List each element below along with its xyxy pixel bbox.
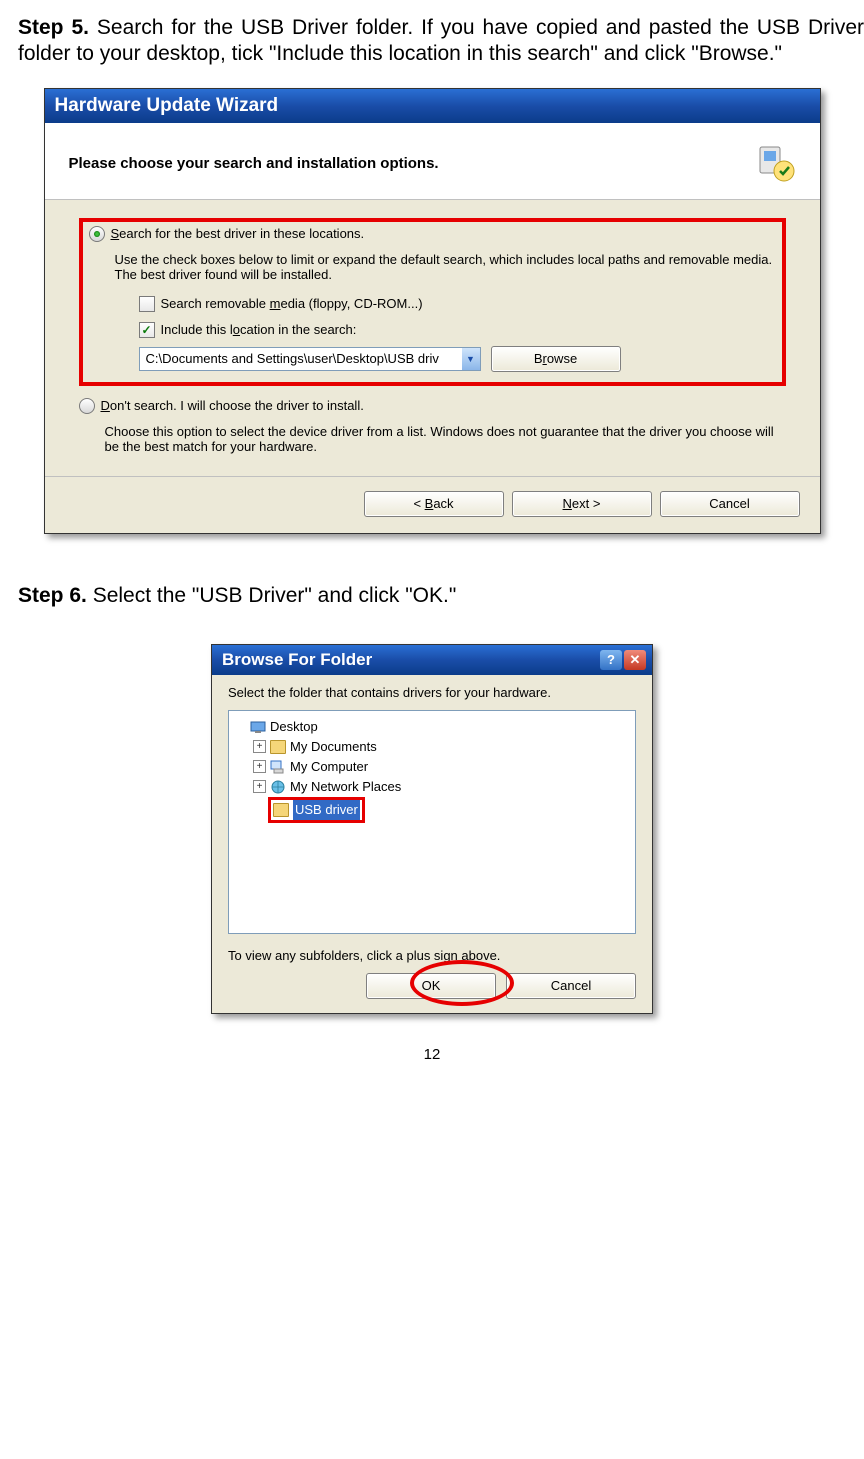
expand-icon[interactable]: +	[253, 740, 266, 753]
folder-icon	[273, 802, 289, 818]
tree-item-my-computer[interactable]: + My Computer	[253, 757, 629, 777]
tree-item-usb-driver[interactable]: USB driver	[253, 797, 629, 823]
page-number: 12	[0, 1046, 864, 1063]
dont-search-sub-text: Choose this option to select the device …	[105, 424, 786, 454]
expand-icon[interactable]: +	[253, 760, 266, 773]
wizard-title: Hardware Update Wizard	[55, 95, 279, 117]
desktop-icon	[250, 719, 266, 735]
cancel-button[interactable]: Cancel	[660, 491, 800, 517]
close-icon[interactable]: ✕	[624, 650, 646, 670]
bff-title: Browse For Folder	[222, 650, 372, 670]
step6-body: Select the "USB Driver" and click "OK."	[93, 584, 457, 607]
tree-item-my-network-places[interactable]: + My Network Places	[253, 777, 629, 797]
checkbox-icon	[139, 296, 155, 312]
step5-label: Step 5.	[18, 16, 89, 39]
location-path-value: C:\Documents and Settings\user\Desktop\U…	[140, 351, 462, 366]
checkbox-include-location[interactable]: ✓ Include this location in the search:	[139, 322, 776, 338]
help-icon[interactable]: ?	[600, 650, 622, 670]
bff-hint: Select the folder that contains drivers …	[228, 685, 636, 700]
next-button[interactable]: Next >	[512, 491, 652, 517]
step6-label: Step 6.	[18, 584, 87, 607]
folder-tree[interactable]: Desktop + My Documents +	[228, 710, 636, 934]
bff-subhint: To view any subfolders, click a plus sig…	[228, 948, 636, 963]
wizard-titlebar: Hardware Update Wizard	[45, 89, 820, 123]
highlight-frame: Search for the best driver in these loca…	[79, 218, 786, 386]
browse-button[interactable]: Browse	[491, 346, 621, 372]
checkbox-removable-media[interactable]: Search removable media (floppy, CD-ROM..…	[139, 296, 776, 312]
bff-titlebar: Browse For Folder ? ✕	[212, 645, 652, 675]
checkbox-icon: ✓	[139, 322, 155, 338]
tree-item-my-documents[interactable]: + My Documents	[253, 737, 629, 757]
cancel-button[interactable]: Cancel	[506, 973, 636, 999]
back-button[interactable]: < Back	[364, 491, 504, 517]
browse-for-folder-dialog: Browse For Folder ? ✕ Select the folder …	[211, 644, 653, 1014]
chevron-down-icon[interactable]: ▼	[462, 348, 480, 370]
wizard-heading: Please choose your search and installati…	[69, 155, 439, 172]
wizard-top-icon	[754, 143, 796, 185]
ok-button[interactable]: OK	[366, 973, 496, 999]
radio-icon	[89, 226, 105, 242]
hardware-update-wizard: Hardware Update Wizard Please choose you…	[44, 88, 821, 534]
radio-dont-search[interactable]: Don't search. I will choose the driver t…	[79, 398, 786, 414]
folder-icon	[270, 739, 286, 755]
computer-icon	[270, 759, 286, 775]
radio-icon	[79, 398, 95, 414]
radio-search-best-driver[interactable]: Search for the best driver in these loca…	[89, 226, 776, 242]
network-icon	[270, 779, 286, 795]
location-path-combobox[interactable]: C:\Documents and Settings\user\Desktop\U…	[139, 347, 481, 371]
search-sub-text: Use the check boxes below to limit or ex…	[115, 252, 776, 282]
step5-body: Search for the USB Driver folder. If you…	[18, 16, 864, 65]
expand-icon[interactable]: +	[253, 780, 266, 793]
tree-item-desktop[interactable]: Desktop	[235, 717, 629, 737]
